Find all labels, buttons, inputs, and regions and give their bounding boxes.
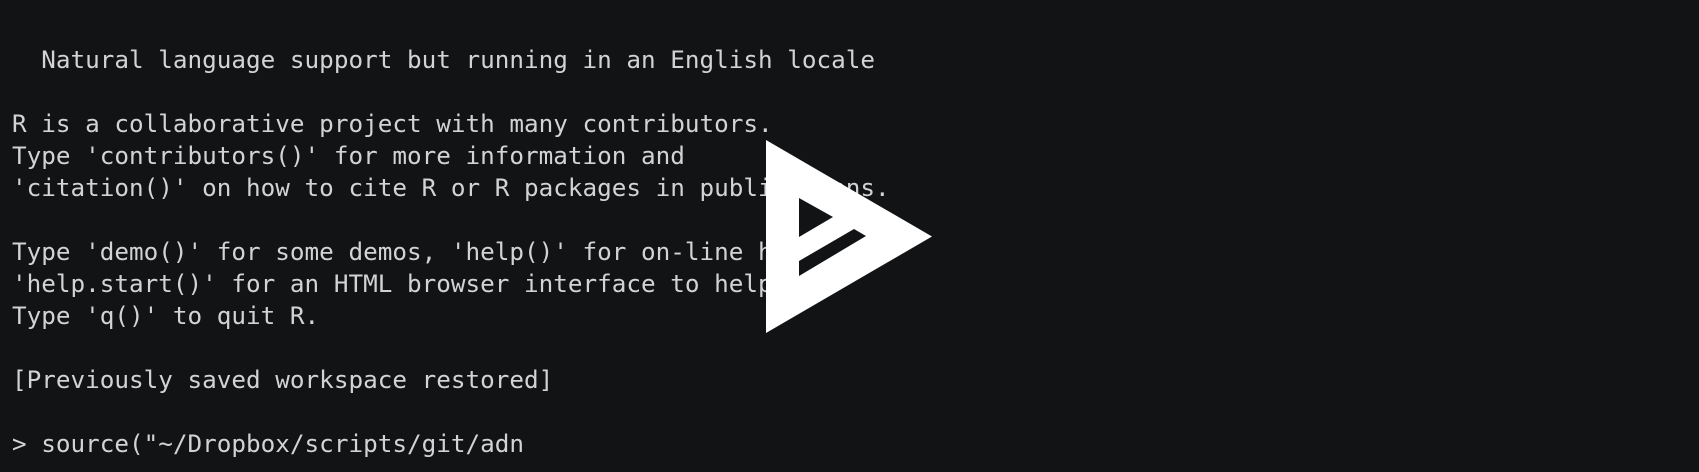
terminal-line-collaborative: R is a collaborative project with many c… (12, 109, 773, 138)
terminal-prompt-line: > source("~/Dropbox/scripts/git/adn (12, 429, 524, 458)
terminal-line-workspace-restored: [Previously saved workspace restored] (12, 365, 554, 394)
play-button[interactable] (766, 140, 932, 333)
terminal-line-locale: Natural language support but running in … (12, 45, 876, 74)
asciinema-play-icon (766, 140, 932, 333)
